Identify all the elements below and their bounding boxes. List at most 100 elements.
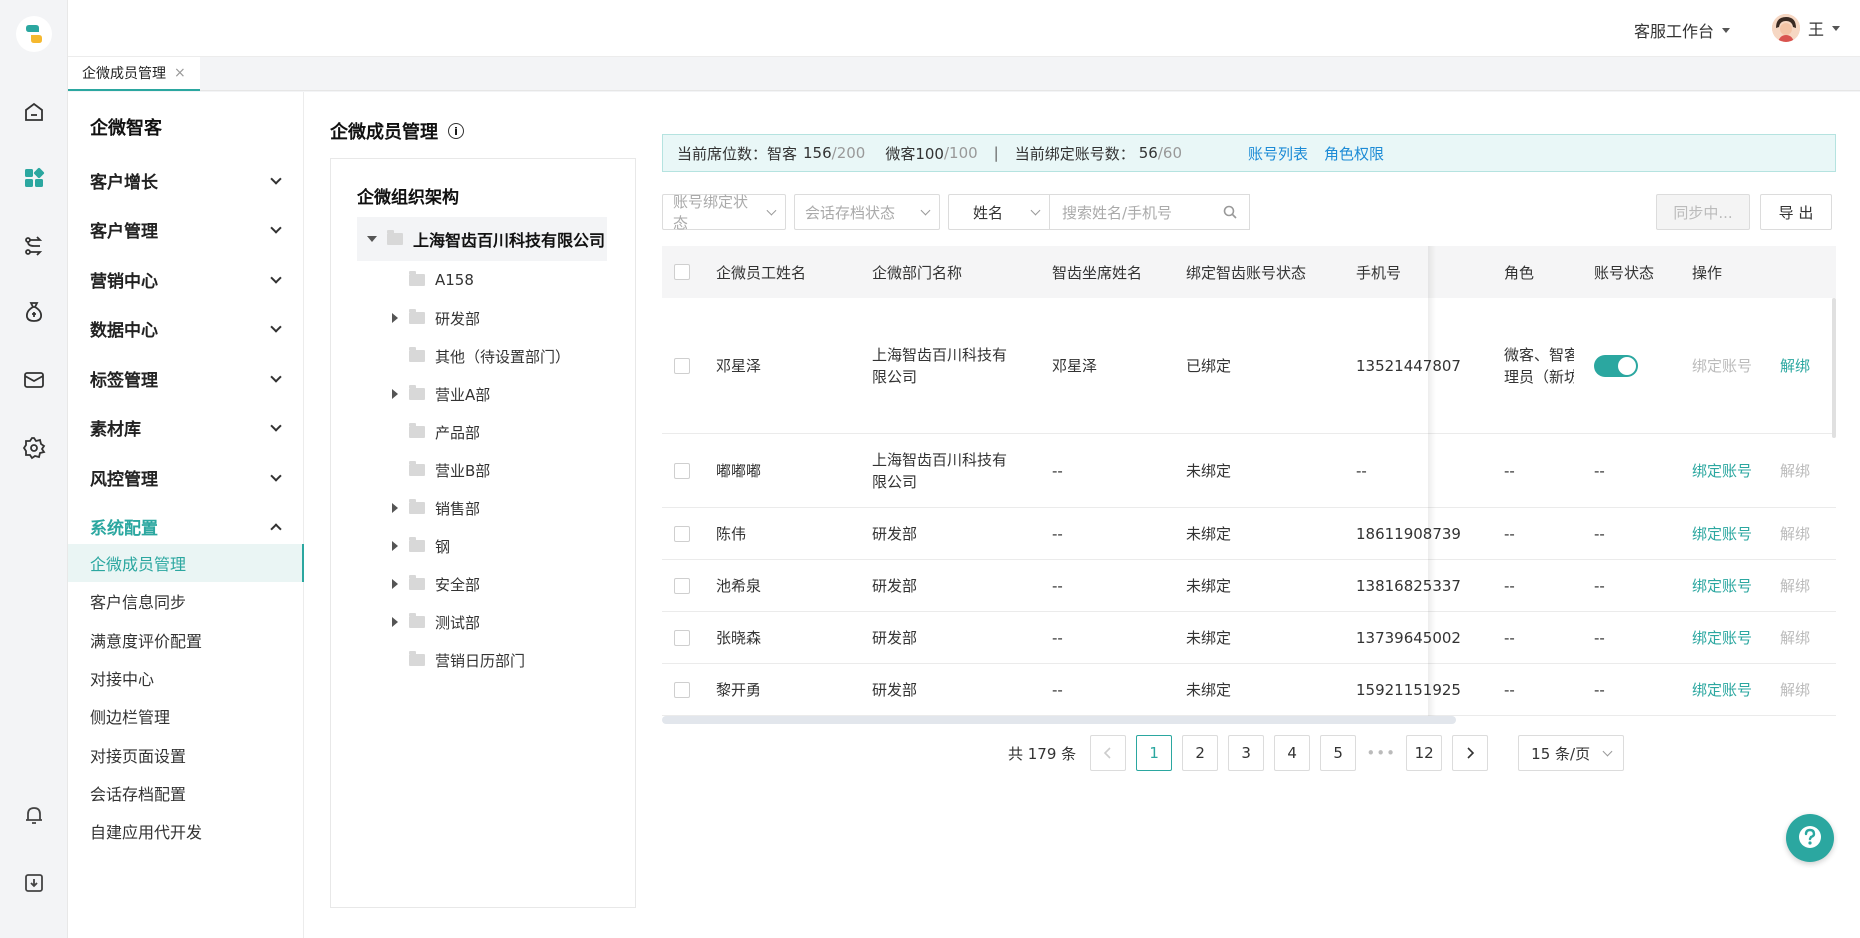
download-icon[interactable] — [20, 869, 48, 897]
sidebar-group-tags[interactable]: 标签管理 — [90, 366, 286, 391]
tree-node[interactable]: 销售部 — [391, 493, 480, 523]
close-icon[interactable]: × — [174, 65, 186, 81]
sidebar-item-archive-config[interactable]: 会话存档配置 — [68, 774, 304, 812]
unbind-button[interactable]: 解绑 — [1780, 298, 1810, 433]
money-bag-icon[interactable] — [20, 298, 48, 326]
bind-status-select[interactable]: 账号绑定状态 — [662, 193, 786, 232]
sidebar-item-integration[interactable]: 对接中心 — [68, 659, 304, 697]
unbind-button[interactable]: 解绑 — [1780, 560, 1810, 611]
sidebar-item-custom-app[interactable]: 自建应用代开发 — [68, 812, 304, 850]
unbind-button[interactable]: 解绑 — [1780, 508, 1810, 559]
col-header[interactable]: 绑定智齿账号状态 — [1186, 246, 1306, 298]
caret-down-icon[interactable] — [367, 236, 377, 242]
col-header[interactable]: 操作 — [1692, 246, 1722, 298]
caret-right-icon[interactable] — [392, 313, 398, 323]
sidebar-item-customer-sync[interactable]: 客户信息同步 — [68, 582, 304, 620]
bind-account-button[interactable]: 绑定账号 — [1692, 612, 1752, 663]
sidebar-item-member-management[interactable]: 企微成员管理 — [68, 544, 304, 582]
bind-account-button[interactable]: 绑定账号 — [1692, 298, 1752, 433]
workspace-switcher[interactable]: 客服工作台 — [1634, 18, 1730, 42]
tree-node[interactable]: 钢 — [391, 531, 450, 561]
page-button-4[interactable]: 4 — [1274, 735, 1311, 771]
search-icon[interactable] — [1223, 205, 1237, 219]
sidebar-group-customers[interactable]: 客户管理 — [90, 217, 286, 242]
col-header[interactable]: 智齿坐席姓名 — [1052, 246, 1142, 298]
checkbox[interactable] — [674, 525, 690, 542]
sidebar-group-risk[interactable]: 风控管理 — [90, 465, 286, 490]
page-button-3[interactable]: 3 — [1228, 735, 1265, 771]
row-checkbox[interactable] — [674, 612, 690, 663]
app-logo[interactable] — [16, 16, 52, 52]
settings-icon[interactable] — [20, 434, 48, 462]
tree-node[interactable]: 营销日历部门 — [391, 645, 525, 675]
apps-icon[interactable] — [20, 164, 48, 192]
search-field-select[interactable]: 姓名 — [948, 194, 1050, 230]
row-checkbox[interactable] — [674, 434, 690, 507]
sidebar-item-sidebar-mgmt[interactable]: 侧边栏管理 — [68, 697, 304, 735]
col-header[interactable]: 企微员工姓名 — [716, 246, 806, 298]
tree-node[interactable]: 产品部 — [391, 417, 480, 447]
tree-root-node[interactable]: 上海智齿百川科技有限公司 — [357, 217, 607, 261]
page-size-select[interactable]: 15 条/页 — [1518, 735, 1625, 771]
tree-node[interactable]: 其他（待设置部门） — [391, 341, 570, 371]
bind-account-button[interactable]: 绑定账号 — [1692, 434, 1752, 507]
unbind-button[interactable]: 解绑 — [1780, 434, 1810, 507]
checkbox[interactable] — [674, 629, 690, 646]
archive-status-select[interactable]: 会话存档状态 — [794, 194, 940, 230]
tree-node[interactable]: 研发部 — [391, 303, 480, 333]
col-header[interactable]: 手机号 — [1356, 246, 1401, 298]
account-list-link[interactable]: 账号列表 — [1248, 143, 1308, 164]
sidebar-group-growth[interactable]: 客户增长 — [90, 168, 286, 193]
sidebar-item-satisfaction[interactable]: 满意度评价配置 — [68, 621, 304, 659]
row-checkbox[interactable] — [674, 560, 690, 611]
col-header[interactable]: 角色 — [1504, 246, 1534, 298]
tree-node[interactable]: A158 — [391, 265, 474, 295]
next-page-button[interactable] — [1452, 735, 1489, 771]
row-checkbox[interactable] — [674, 664, 690, 715]
unbind-button[interactable]: 解绑 — [1780, 664, 1810, 715]
caret-right-icon[interactable] — [392, 617, 398, 627]
account-status-toggle[interactable] — [1594, 354, 1638, 377]
row-checkbox[interactable] — [674, 298, 690, 433]
help-button[interactable] — [1786, 814, 1834, 862]
checkbox[interactable] — [674, 681, 690, 698]
sidebar-group-system[interactable]: 系统配置 — [90, 514, 286, 539]
flow-icon[interactable] — [20, 232, 48, 260]
export-button[interactable]: 导 出 — [1760, 194, 1832, 230]
sidebar-item-page-settings[interactable]: 对接页面设置 — [68, 736, 304, 774]
bind-account-button[interactable]: 绑定账号 — [1692, 508, 1752, 559]
col-header[interactable]: 企微部门名称 — [872, 246, 962, 298]
tab-member-management[interactable]: 企微成员管理 × — [68, 57, 200, 91]
info-icon[interactable]: i — [448, 123, 464, 139]
page-ellipsis[interactable]: ••• — [1366, 744, 1396, 762]
checkbox[interactable] — [674, 577, 690, 594]
caret-right-icon[interactable] — [392, 541, 398, 551]
page-button-5[interactable]: 5 — [1320, 735, 1357, 771]
tree-node[interactable]: 营业A部 — [391, 379, 490, 409]
tree-node[interactable]: 安全部 — [391, 569, 480, 599]
tree-node[interactable]: 测试部 — [391, 607, 480, 637]
sidebar-group-data[interactable]: 数据中心 — [90, 316, 286, 341]
page-button-1[interactable]: 1 — [1136, 735, 1173, 771]
mail-icon[interactable] — [20, 366, 48, 394]
page-button-2[interactable]: 2 — [1182, 735, 1219, 771]
unbind-button[interactable]: 解绑 — [1780, 612, 1810, 663]
page-button-last[interactable]: 12 — [1406, 735, 1443, 771]
sidebar-group-materials[interactable]: 素材库 — [90, 415, 286, 440]
home-icon[interactable] — [20, 98, 48, 126]
caret-right-icon[interactable] — [392, 503, 398, 513]
bind-account-button[interactable]: 绑定账号 — [1692, 560, 1752, 611]
checkbox[interactable] — [674, 462, 690, 479]
table-vertical-scrollbar[interactable] — [1832, 298, 1836, 438]
row-checkbox[interactable] — [674, 508, 690, 559]
tree-node[interactable]: 营业B部 — [391, 455, 490, 485]
search-input[interactable]: 搜索姓名/手机号 — [1050, 194, 1250, 230]
checkbox[interactable] — [674, 357, 690, 374]
prev-page-button[interactable] — [1090, 735, 1127, 771]
sidebar-group-marketing[interactable]: 营销中心 — [90, 267, 286, 292]
user-menu[interactable]: 王 — [1771, 14, 1840, 42]
table-horizontal-scrollbar[interactable] — [662, 716, 1456, 724]
caret-right-icon[interactable] — [392, 389, 398, 399]
select-all-checkbox[interactable] — [674, 246, 690, 298]
sync-button[interactable]: 同步中... — [1656, 194, 1750, 230]
